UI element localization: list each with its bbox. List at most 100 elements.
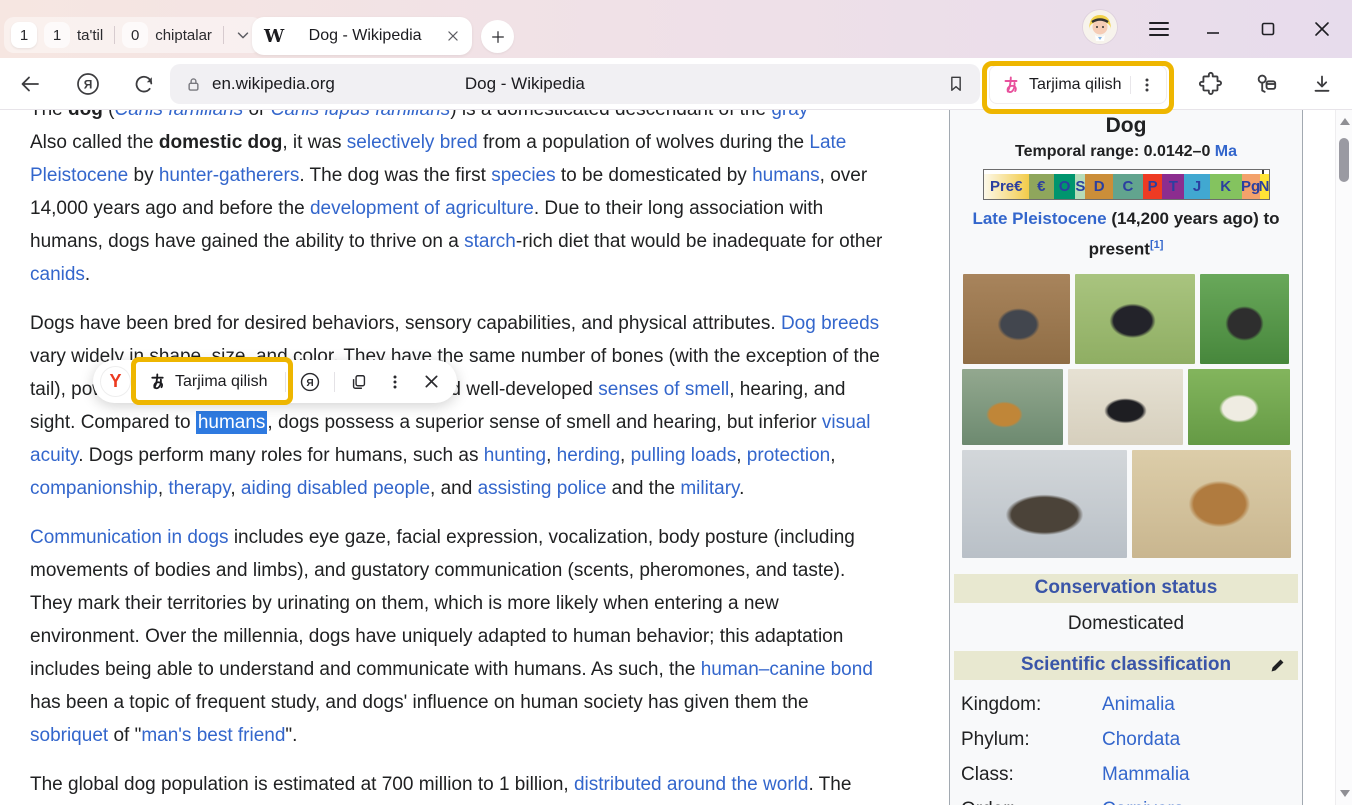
popup-more-icon[interactable] xyxy=(383,370,407,394)
maximize-icon[interactable] xyxy=(1254,15,1282,43)
article-link[interactable]: species xyxy=(491,165,555,186)
reload-icon[interactable] xyxy=(128,68,160,100)
active-tab[interactable]: W Dog - Wikipedia xyxy=(252,17,472,55)
dog-nursing-puppies-photo[interactable] xyxy=(1132,450,1291,558)
new-tab-button[interactable] xyxy=(481,20,514,53)
conservation-status-header: Conservation status xyxy=(954,574,1298,603)
article-link[interactable]: human–canine bond xyxy=(701,659,873,680)
scrollbar-up-arrow[interactable] xyxy=(1340,118,1350,125)
article-link[interactable]: Pleistocene xyxy=(30,165,128,186)
article-link[interactable]: pulling loads xyxy=(631,445,737,466)
article-link[interactable]: visual xyxy=(822,412,871,433)
translate-more-icon[interactable] xyxy=(1139,77,1155,93)
popup-close-icon[interactable] xyxy=(419,370,443,394)
black-labrador-snow-photo[interactable] xyxy=(1068,369,1183,445)
article-text: , and xyxy=(430,478,478,499)
timescale-segment-c[interactable]: C xyxy=(1113,174,1143,199)
taxon-link[interactable]: Animalia xyxy=(1102,694,1175,716)
text-line: has been a topic of frequent study, and … xyxy=(30,686,948,719)
scrollbar-thumb[interactable] xyxy=(1339,138,1349,182)
timescale-segment-€[interactable]: € xyxy=(1029,174,1054,199)
article-link[interactable]: humans xyxy=(752,165,820,186)
tab-close-icon[interactable] xyxy=(446,29,460,43)
article-link[interactable]: canids xyxy=(30,264,85,285)
bookmark-icon[interactable] xyxy=(946,74,966,94)
download-icon[interactable] xyxy=(1306,68,1338,100)
article-text: or xyxy=(243,110,270,120)
article-link[interactable]: Late xyxy=(809,132,846,153)
reference-link[interactable]: [1] xyxy=(1150,239,1163,251)
close-icon[interactable] xyxy=(1308,15,1336,43)
translate-button[interactable]: Tarjima qilish xyxy=(989,65,1167,104)
timescale-segment-t[interactable]: T xyxy=(1162,174,1184,199)
timescale-segment-pg[interactable]: Pg xyxy=(1242,174,1260,199)
timescale-segment-p[interactable]: P xyxy=(1143,174,1163,199)
timescale-segment-o[interactable]: O xyxy=(1054,174,1076,199)
article-link[interactable]: assisting police xyxy=(478,478,607,499)
article-link[interactable]: aiding disabled people xyxy=(241,478,430,499)
page-scrollbar[interactable] xyxy=(1335,110,1352,805)
article-link[interactable]: companionship xyxy=(30,478,158,499)
article-link[interactable]: Dog breeds xyxy=(781,313,879,334)
article-link[interactable]: Canis familiaris xyxy=(114,110,243,120)
timescale-segment-s[interactable]: S xyxy=(1075,174,1085,199)
url-host[interactable]: en.wikipedia.org xyxy=(212,74,335,94)
japanese-chin-photo[interactable] xyxy=(1200,274,1289,364)
edit-pencil-icon[interactable] xyxy=(1269,657,1286,674)
password-manager-icon[interactable] xyxy=(1250,68,1282,100)
ma-link[interactable]: Ma xyxy=(1215,143,1237,160)
timescale-segment-n[interactable]: N xyxy=(1260,174,1269,199)
golden-retriever-water-photo[interactable] xyxy=(962,369,1063,445)
timescale-segment-j[interactable]: J xyxy=(1184,174,1210,199)
article-link[interactable]: therapy xyxy=(168,478,230,499)
article-link[interactable]: protection xyxy=(747,445,830,466)
article-link[interactable]: distributed around the world xyxy=(574,774,808,795)
paragraph: The dog (Canis familiaris or Canis lupus… xyxy=(30,110,948,291)
address-bar[interactable]: en.wikipedia.org Dog - Wikipedia xyxy=(170,64,980,104)
extensions-icon[interactable] xyxy=(1195,68,1227,100)
tab-group-2-count[interactable]: 0 xyxy=(122,22,148,48)
jack-russell-terrier-photo[interactable] xyxy=(1188,369,1290,445)
article-link[interactable]: acuity xyxy=(30,445,78,466)
taxon-link[interactable]: Mammalia xyxy=(1102,764,1190,786)
tab-group-1-label[interactable]: ta'til xyxy=(77,27,103,44)
article-link[interactable]: hunter-gatherers xyxy=(159,165,299,186)
article-link[interactable]: sobriquet xyxy=(30,725,108,746)
article-link[interactable]: senses of smell xyxy=(598,379,729,400)
tab-group-active[interactable]: 1 xyxy=(11,22,37,48)
menu-icon[interactable] xyxy=(1145,15,1173,43)
timescale-segment-pre€[interactable]: Pre€ xyxy=(984,174,1029,199)
range-present: present xyxy=(1089,240,1150,259)
taxon-link[interactable]: Chordata xyxy=(1102,729,1180,751)
copy-icon[interactable] xyxy=(347,370,371,394)
sled-dogs-snow-photo[interactable] xyxy=(962,450,1127,558)
search-yandex-icon[interactable]: Я xyxy=(298,370,322,394)
article-link[interactable]: hunting xyxy=(484,445,546,466)
article-link[interactable]: gray xyxy=(771,110,808,120)
article-link[interactable]: herding xyxy=(557,445,620,466)
black-white-dog-grass-photo[interactable] xyxy=(1075,274,1195,364)
classification-row: Order:Carnivora xyxy=(954,793,1298,805)
article-link[interactable]: man's best friend xyxy=(141,725,285,746)
classification-header-label: Scientific classification xyxy=(1021,654,1231,676)
timescale-segment-k[interactable]: K xyxy=(1210,174,1242,199)
text-line: acuity. Dogs perform many roles for huma… xyxy=(30,439,948,472)
article-link[interactable]: military xyxy=(680,478,739,499)
article-link[interactable]: Communication in dogs xyxy=(30,527,229,548)
popup-translate-button[interactable]: Tarjima qilish xyxy=(142,372,273,391)
blue-merle-dog-running-photo[interactable] xyxy=(963,274,1070,364)
scrollbar-down-arrow[interactable] xyxy=(1340,790,1350,797)
article-link[interactable]: development of agriculture xyxy=(310,198,534,219)
timescale-segment-d[interactable]: D xyxy=(1085,174,1113,199)
article-link[interactable]: Canis lupus familiaris xyxy=(271,110,451,120)
tab-group-2-label[interactable]: chiptalar xyxy=(155,27,212,44)
minimize-icon[interactable] xyxy=(1199,15,1227,43)
tab-group-1-count[interactable]: 1 xyxy=(44,22,70,48)
yandex-start-icon[interactable]: Я xyxy=(72,68,104,100)
article-link[interactable]: starch xyxy=(464,231,516,252)
article-link[interactable]: selectively bred xyxy=(347,132,478,153)
back-icon[interactable] xyxy=(14,68,46,100)
profile-avatar[interactable] xyxy=(1083,10,1117,44)
late-pleistocene-link[interactable]: Late Pleistocene xyxy=(972,209,1106,228)
taxon-link[interactable]: Carnivora xyxy=(1102,799,1184,805)
